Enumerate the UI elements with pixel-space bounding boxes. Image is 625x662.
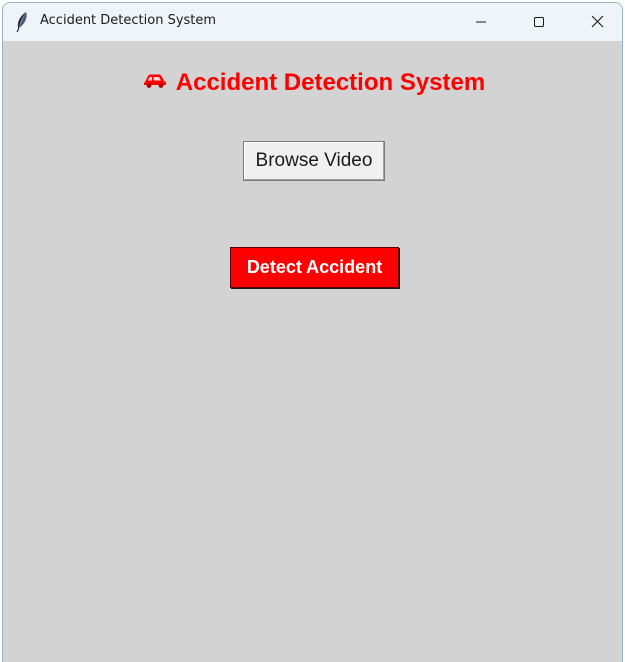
browse-video-button[interactable]: Browse Video [243, 141, 385, 181]
close-button[interactable] [574, 3, 620, 41]
car-icon [142, 68, 168, 96]
maximize-icon [533, 13, 545, 32]
feather-icon [13, 11, 31, 33]
maximize-button[interactable] [516, 3, 562, 41]
window-title: Accident Detection System [40, 13, 217, 28]
app-heading: Accident Detection System [3, 68, 622, 98]
detect-accident-button[interactable]: Detect Accident [230, 247, 399, 288]
close-icon [591, 13, 604, 32]
title-bar[interactable]: Accident Detection System [3, 3, 622, 41]
minimize-button[interactable] [458, 3, 504, 41]
minimize-icon [475, 13, 487, 32]
app-window: Accident Detection System Accident Detec… [2, 2, 623, 662]
heading-text: Accident Detection System [175, 69, 486, 96]
